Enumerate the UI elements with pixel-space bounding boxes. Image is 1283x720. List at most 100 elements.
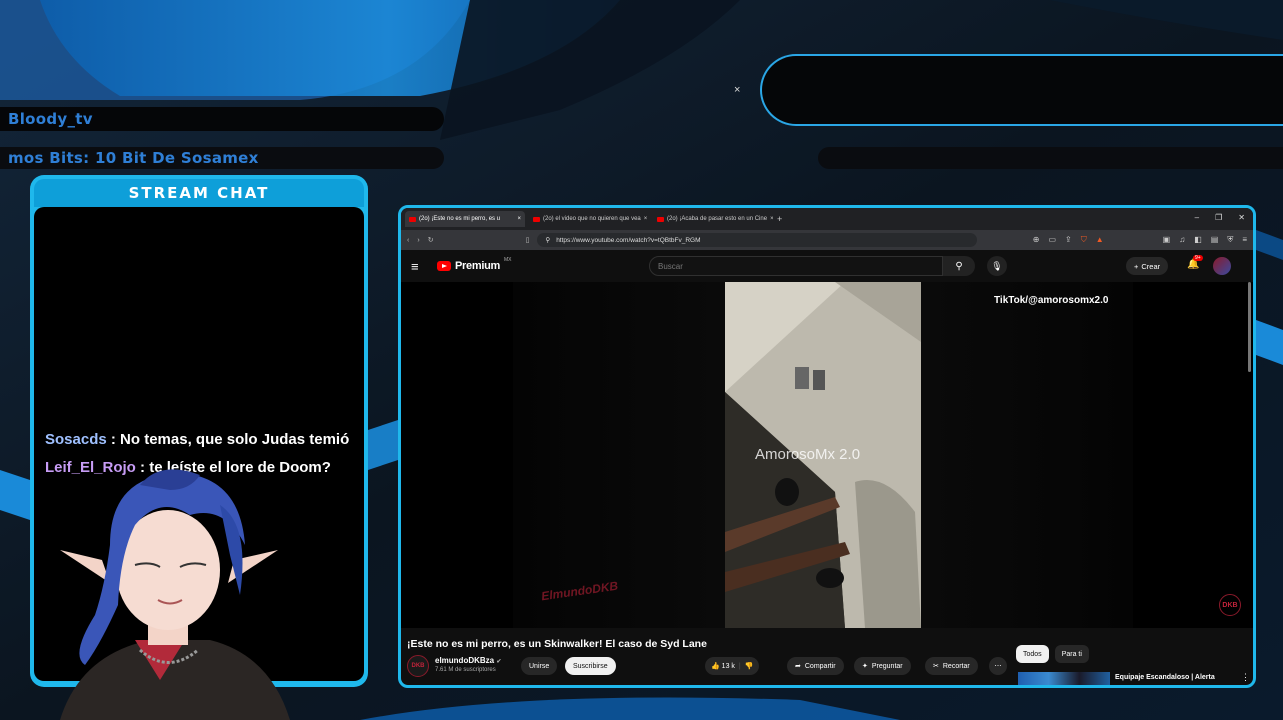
close-window-button[interactable]: ✕	[1238, 213, 1245, 222]
video-blur-right	[921, 282, 1133, 628]
youtube-favicon-icon	[409, 216, 416, 222]
account-avatar[interactable]	[1213, 257, 1231, 275]
share-arrow-icon: ➦	[795, 663, 801, 670]
plus-icon: +	[1134, 261, 1139, 271]
vpn-icon[interactable]: ⛨	[1227, 235, 1233, 245]
verified-icon: ✔	[496, 659, 502, 665]
reload-icon[interactable]: ↻	[428, 236, 434, 244]
search-placeholder: Buscar	[658, 261, 683, 271]
right-ticker-bar	[818, 147, 1283, 169]
close-icon[interactable]: ×	[644, 216, 648, 222]
more-actions-button[interactable]: ⋯	[989, 657, 1007, 675]
related-video-title[interactable]: Equipaje Escandaloso | Alerta	[1115, 674, 1215, 681]
menu-icon[interactable]: ≡	[1242, 235, 1247, 245]
more-icon: ⋯	[994, 663, 1002, 670]
forward-icon[interactable]: ›	[417, 237, 419, 244]
close-icon[interactable]: ×	[770, 216, 773, 222]
like-dislike-group: 👍 13 k | 👎	[705, 657, 760, 675]
alert-box	[760, 54, 1283, 126]
new-tab-button[interactable]: +	[777, 214, 782, 224]
youtube-brand: Premium	[455, 260, 500, 272]
page-scrollbar[interactable]	[1248, 282, 1251, 372]
maximize-button[interactable]: ❐	[1215, 213, 1222, 222]
subscribe-button[interactable]: Suscribirse	[565, 657, 616, 675]
ticker-text: mos Bits: 10 Bit De Sosamex	[8, 149, 259, 167]
join-button[interactable]: Unirse	[521, 657, 558, 675]
youtube-header: ≡ Premium MX Buscar ⚲ 🎙 + Crear 🔔 9+	[401, 250, 1253, 282]
reader-icon[interactable]: ◧	[1194, 235, 1202, 245]
ask-button[interactable]: ✦ Preguntar	[854, 657, 911, 675]
related-filter-chips: Todos Para ti	[1016, 645, 1089, 663]
video-watermark: AmorosoMx 2.0	[755, 446, 861, 463]
close-icon[interactable]: ×	[517, 216, 521, 222]
notification-badge: 9+	[1193, 255, 1203, 261]
browser-tab[interactable]: (2o) ¡Este no es mi perro, es u ×	[405, 211, 525, 227]
browser-tab[interactable]: (2o) ¡Acaba de pasar esto en un Cine ×	[653, 211, 773, 227]
ticker-bar: mos Bits: 10 Bit De Sosamex	[0, 147, 444, 169]
chat-username: Sosacds	[45, 431, 107, 448]
channel-name[interactable]: elmundoDKBza ✔	[435, 656, 501, 665]
scissors-icon: ✂	[933, 663, 939, 670]
like-count: 13 k	[721, 663, 735, 670]
youtube-favicon-icon	[657, 216, 664, 222]
related-video-thumbnail[interactable]	[1018, 672, 1110, 685]
browser-window: (2o) ¡Este no es mi perro, es u × (2o) e…	[398, 205, 1256, 688]
clip-label: Recortar	[942, 662, 970, 670]
youtube-play-icon	[437, 261, 451, 271]
sidebar-icon[interactable]: ▣	[1163, 235, 1171, 245]
brave-rewards-icon[interactable]: ▲	[1096, 235, 1104, 245]
tiktok-overlay: TikTok/@amorosomx2.0	[994, 295, 1109, 306]
join-label: Unirse	[529, 662, 550, 670]
music-icon[interactable]: ♫	[1179, 235, 1185, 245]
subscriber-count: 7.61 M de suscriptores	[435, 667, 496, 673]
vtuber-avatar	[60, 469, 290, 720]
tab-label: (2o) ¡Este no es mi perro, es u	[419, 216, 501, 222]
url-field[interactable]: ⚲ https://www.youtube.com/watch?v=tQBtbF…	[537, 233, 978, 247]
chat-text: No temas, que solo Judas temió	[120, 431, 350, 448]
address-bar: ‹ › ↻ ▯ ⚲ https://www.youtube.com/watch?…	[401, 230, 1253, 250]
window-controls: – ❐ ✕	[1195, 213, 1245, 222]
subscribe-label: Suscribirse	[573, 662, 608, 670]
url-text: https://www.youtube.com/watch?v=tQBtbFv_…	[556, 236, 701, 244]
create-button[interactable]: + Crear	[1126, 257, 1169, 275]
zoom-icon[interactable]: ⊕	[1033, 235, 1040, 245]
youtube-favicon-icon	[533, 216, 540, 222]
channel-avatar[interactable]: DKB	[407, 655, 429, 677]
ask-label: Preguntar	[871, 662, 903, 670]
thumbs-down-icon[interactable]: 👎	[745, 662, 754, 670]
chat-message: Sosacds : No temas, que solo Judas temió	[45, 431, 349, 448]
kebab-menu-icon[interactable]: ⋮	[1241, 672, 1250, 683]
address-bar-icons: ⊕ ▭ ⇪ ⛉ ▲ ▣ ♫ ◧ ▤ ⛨ ≡	[1033, 235, 1247, 245]
wallet-icon[interactable]: ▤	[1211, 235, 1219, 245]
browser-tab[interactable]: (2o) el video que no quieren que vea ×	[529, 211, 649, 227]
channel-watermark-right: DKB	[1219, 594, 1241, 616]
back-icon[interactable]: ‹	[407, 237, 409, 244]
create-label: Crear	[1141, 261, 1161, 271]
streamer-name: Bloody_tv	[8, 110, 93, 128]
video-player[interactable]: TikTok/@amorosomx2.0 AmorosoMx 2.0 Elmun…	[401, 282, 1253, 628]
thumbs-up-icon: 👍	[711, 663, 720, 670]
brave-shield-icon[interactable]: ⛉	[1081, 235, 1087, 245]
share-icon[interactable]: ⇪	[1065, 235, 1072, 245]
cast-icon[interactable]: ▭	[1048, 235, 1056, 245]
like-button[interactable]: 👍 13 k	[711, 662, 735, 670]
search-input[interactable]: Buscar	[649, 256, 943, 276]
clip-button[interactable]: ✂ Recortar	[925, 657, 978, 675]
bookmark-icon[interactable]: ▯	[526, 236, 530, 244]
video-blur-left	[513, 282, 725, 628]
search-button[interactable]: ⚲	[943, 256, 975, 276]
share-label: Compartir	[804, 662, 836, 670]
chip-for-you[interactable]: Para ti	[1054, 645, 1089, 663]
tab-label: (2o) ¡Acaba de pasar esto en un Cine	[667, 216, 768, 222]
streamer-name-bar: Bloody_tv	[0, 107, 444, 131]
site-info-icon[interactable]: ⚲	[545, 236, 550, 244]
chat-separator: :	[106, 431, 121, 448]
chip-all[interactable]: Todos	[1016, 645, 1049, 663]
related-video-item[interactable]: Equipaje Escandaloso | Alerta ⋮	[1018, 672, 1253, 685]
hamburger-menu-icon[interactable]: ≡	[411, 259, 429, 274]
channel-name-text: elmundoDKBza	[435, 656, 495, 665]
minimize-button[interactable]: –	[1195, 213, 1199, 222]
youtube-logo[interactable]: Premium MX	[437, 257, 511, 272]
voice-search-button[interactable]: 🎙	[987, 256, 1007, 276]
share-button[interactable]: ➦ Compartir	[787, 657, 844, 675]
